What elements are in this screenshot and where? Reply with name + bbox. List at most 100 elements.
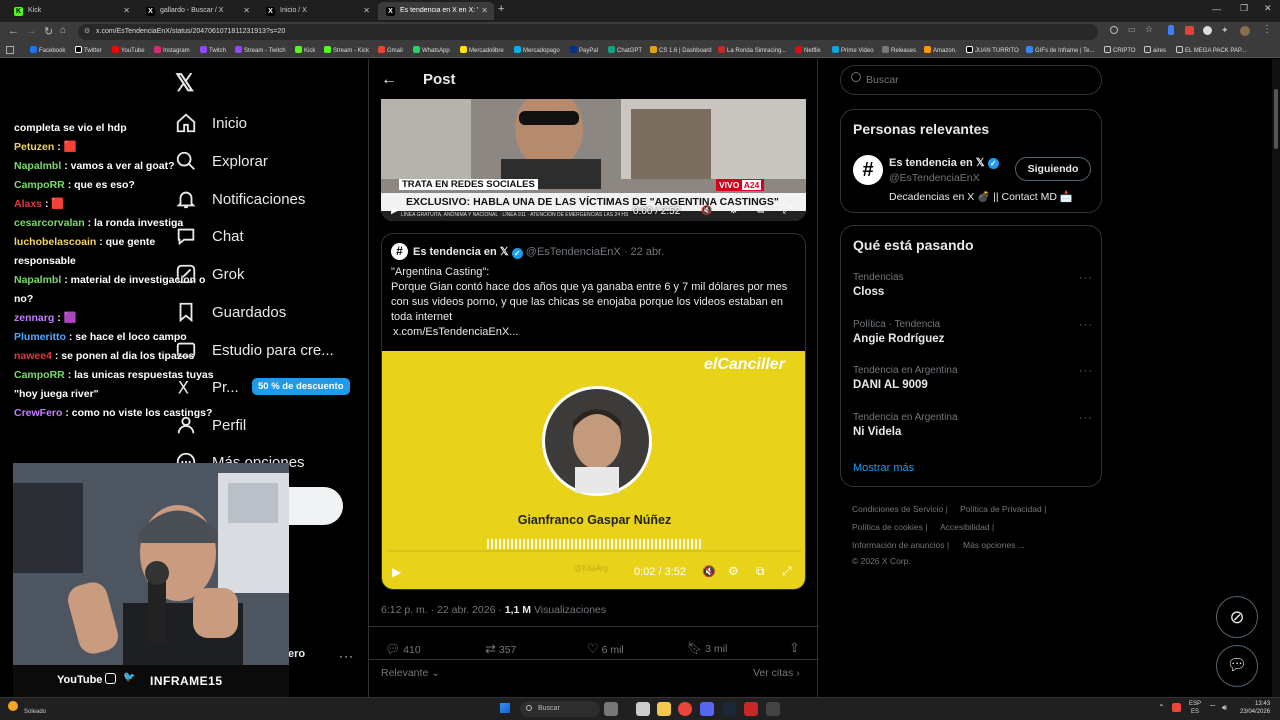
sort-dropdown[interactable]: Relevante ⌄ [381, 667, 440, 679]
chat-username[interactable]: nawee4 [14, 350, 52, 362]
trend-more-icon[interactable]: ··· [1079, 365, 1093, 377]
bookmark-youtube[interactable]: YouTube [112, 46, 145, 54]
avatar[interactable] [1240, 26, 1250, 36]
bookmark-gifs[interactable]: GIFs de Inframe | Te... [1026, 46, 1094, 54]
bookmark-stream-kick[interactable]: Stream - Kick [324, 46, 369, 54]
video2-progress-track[interactable] [388, 550, 801, 552]
star-icon[interactable]: ☆ [1145, 24, 1153, 35]
cast-icon[interactable]: ▭ [1128, 25, 1136, 34]
play-icon[interactable]: ▶ [392, 565, 401, 579]
home-browser-icon[interactable]: ⌂ [60, 25, 66, 36]
chat-username[interactable]: CampoRR [14, 179, 65, 191]
bookmark-button[interactable]: 🔖︎ 3 mil [687, 641, 727, 655]
bookmark-cs-dashboard[interactable]: CS 1.6 | Dashboard [650, 46, 712, 54]
chat-username[interactable]: Alaxs [14, 198, 42, 210]
bookmark-gmail[interactable]: Gmail [378, 46, 403, 54]
tab-search[interactable]: X gallardo - Buscar / X ✕ [138, 2, 256, 20]
file-explorer-icon[interactable] [657, 702, 671, 716]
bookmark-paypal[interactable]: PayPal [570, 46, 598, 54]
new-tab-button[interactable]: + [498, 3, 504, 15]
bookmark-mercadopago[interactable]: Mercadopago [514, 46, 560, 54]
show-more-link[interactable]: Mostrar más [853, 462, 914, 474]
chat-username[interactable]: Petuzen [14, 141, 54, 153]
fullscreen-icon[interactable]: ⤢ [782, 564, 792, 579]
close-window-button[interactable]: ✕ [1264, 3, 1272, 14]
minimize-button[interactable]: — [1212, 4, 1221, 14]
trend-item[interactable]: Tendencias Closs ··· [853, 272, 1093, 298]
bookmark-instagram[interactable]: Instagram [154, 46, 190, 54]
quoted-post[interactable]: # Es tendencia en 𝕏 ✓ @EsTendenciaEnX · … [381, 233, 806, 590]
news-video-player[interactable]: TRATA EN REDES SOCIALES VIVO A24 EXCLUSI… [381, 99, 806, 221]
chat-username[interactable]: zennarg [14, 312, 54, 324]
footer-link[interactable]: Política de cookies | [852, 522, 927, 532]
chat-username[interactable]: Plumeritto [14, 331, 66, 343]
search-input[interactable]: Buscar [840, 65, 1102, 95]
close-tab-icon[interactable]: ✕ [481, 6, 488, 15]
clock[interactable]: 13:43 23/04/2026 [1240, 700, 1270, 716]
trend-more-icon[interactable]: ··· [1079, 319, 1093, 331]
chat-username[interactable]: luchobelascoain [14, 236, 96, 248]
app-icon[interactable] [744, 702, 758, 716]
close-tab-icon[interactable]: ✕ [363, 6, 370, 15]
extension-icon[interactable] [1185, 26, 1194, 35]
bookmark-stream-twitch[interactable]: Stream - Twitch [235, 46, 286, 54]
reload-icon[interactable]: ↻ [44, 25, 53, 38]
bookmark-folder-mega-pack[interactable]: EL MEGA PACK PAP... [1176, 46, 1246, 54]
taskbar-search[interactable]: Buscar [520, 701, 600, 717]
bookmark-twitter[interactable]: Twitter [75, 46, 102, 54]
pip-icon[interactable]: ⧉ [757, 205, 764, 216]
mute-icon[interactable]: 🔇 [701, 205, 712, 216]
canciller-video-player[interactable]: elCanciller Gianfranco Gaspar Núñez @Kil… [382, 351, 805, 589]
footer-link[interactable]: Política de Privacidad | [960, 504, 1046, 514]
weather-icon[interactable] [8, 701, 18, 711]
task-view-icon[interactable] [636, 702, 650, 716]
steam-icon[interactable] [722, 702, 736, 716]
bookmark-la-ronda[interactable]: La Ronda Simracing... [718, 46, 786, 54]
tab-home[interactable]: X Inicio / X ✕ [258, 2, 376, 20]
quoted-link[interactable]: x.com/EsTendenciaEnX... [391, 325, 796, 340]
back-icon[interactable]: ← [8, 25, 19, 37]
url-field[interactable]: ⚙ x.com/EsTendenciaEnX/status/2047061071… [78, 24, 1098, 40]
back-arrow-icon[interactable]: ← [381, 71, 397, 89]
site-info-icon[interactable]: ⚙ [84, 27, 90, 35]
fullscreen-icon[interactable]: ⤢ [783, 205, 791, 216]
tray-chevron-icon[interactable]: ⌃ [1158, 703, 1165, 712]
windows-start-icon[interactable] [500, 703, 510, 713]
footer-link[interactable]: Condiciones de Servicio | [852, 504, 948, 514]
maximize-button[interactable]: ❐ [1240, 3, 1248, 14]
puzzle-icon[interactable]: ✦ [1221, 25, 1229, 36]
menu-icon[interactable]: ⋮ [1262, 24, 1272, 35]
volume-icon[interactable]: 🔊︎ [1222, 703, 1227, 713]
play-icon[interactable]: ▶ [391, 205, 399, 216]
bookmark-twitch[interactable]: Twitch [200, 46, 226, 54]
bookmark-releases[interactable]: Releases [882, 46, 916, 54]
pip-icon[interactable]: ⧉ [756, 564, 765, 579]
messages-float-button[interactable]: 💬︎ [1216, 645, 1258, 687]
footer-link[interactable]: Accesibilidad | [940, 522, 994, 532]
language-indicator[interactable]: ESP ES [1189, 700, 1201, 716]
reply-button[interactable]: 💬︎ 410 [385, 642, 421, 656]
scrollbar[interactable] [1272, 59, 1280, 697]
search-lens-icon[interactable] [1110, 26, 1118, 34]
extension-icon[interactable] [1168, 25, 1174, 35]
bookmark-mercadolibre[interactable]: Mercadolibre [460, 46, 504, 54]
bookmark-kick[interactable]: Kick [295, 46, 315, 54]
extension-icon[interactable] [1203, 26, 1212, 35]
settings-icon[interactable]: ⚙ [729, 205, 738, 216]
person-name[interactable]: Es tendencia en 𝕏 ✓ [889, 156, 999, 169]
bookmark-juan-turrito[interactable]: JUAN TURRITO [966, 46, 1019, 54]
chat-username[interactable]: Napalmbl [14, 274, 61, 286]
forward-icon[interactable]: → [26, 25, 37, 37]
quoted-author[interactable]: Es tendencia en 𝕏 ✓ @EsTendenciaEnX · 22… [413, 245, 664, 259]
close-tab-icon[interactable]: ✕ [123, 6, 130, 15]
share-icon[interactable]: ⇪ [789, 640, 800, 656]
chat-username[interactable]: CrewFero [14, 407, 62, 419]
chat-username[interactable]: CampoRR [14, 369, 65, 381]
tab-kick[interactable]: K Kick ✕ [6, 2, 136, 20]
close-tab-icon[interactable]: ✕ [243, 6, 250, 15]
view-quotes-link[interactable]: Ver citas › [753, 667, 800, 679]
chat-username[interactable]: Napalmbl [14, 160, 61, 172]
tray-app-icon[interactable] [1172, 703, 1181, 712]
app-icon[interactable] [766, 702, 780, 716]
chat-username[interactable]: cesarcorvalan [14, 217, 85, 229]
